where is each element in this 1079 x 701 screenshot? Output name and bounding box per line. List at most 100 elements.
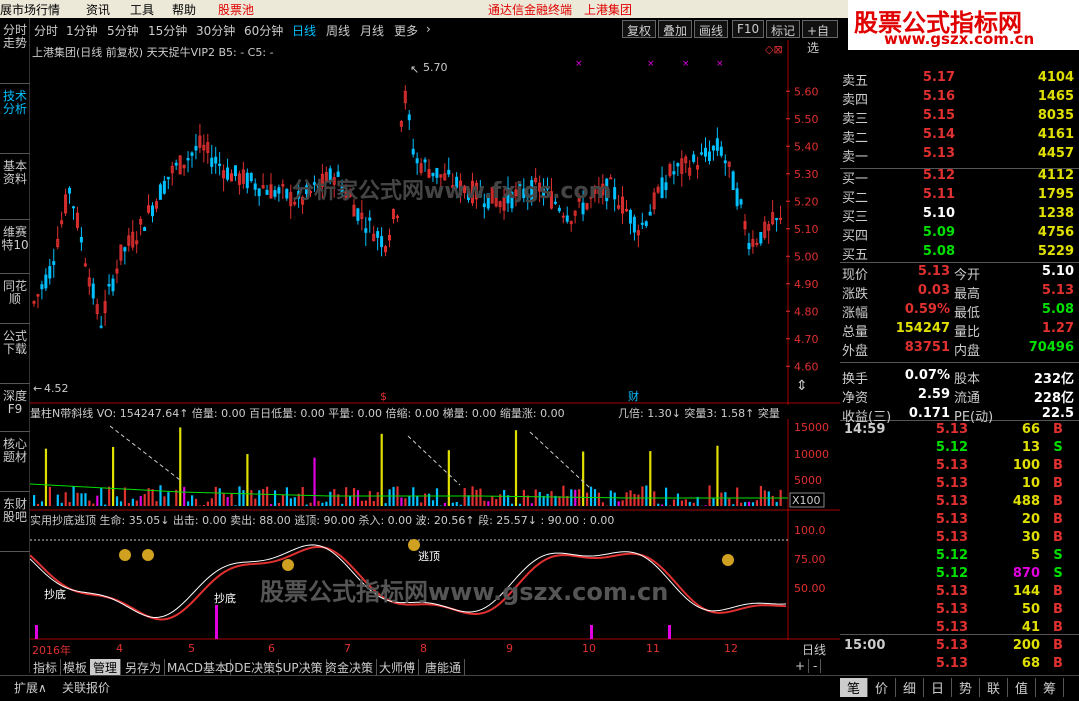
menu-stock-pool[interactable]: 股票池	[218, 1, 254, 18]
volume-bar	[119, 501, 123, 506]
nav-fundamental[interactable]: 基本资料	[0, 158, 30, 220]
plus-icon[interactable]: +	[792, 659, 810, 673]
nav-eastmoney-forum[interactable]: 东财股吧	[0, 496, 30, 552]
tab-sup[interactable]: SUP决策	[272, 659, 327, 676]
f10-button[interactable]: F10	[732, 20, 765, 38]
candle-body	[40, 284, 44, 290]
volume-bar	[222, 493, 225, 506]
candle-body	[779, 217, 783, 220]
resize-icon[interactable]: ⇕	[796, 378, 808, 394]
date-axis: 2016年 4 5 6 7 8 9 10 11 12	[30, 640, 790, 657]
indicator-watermark: 股票公式指标网www.gszx.com.cn	[260, 578, 668, 606]
tab-dde[interactable]: DDE决策	[222, 659, 280, 676]
tab-master[interactable]: 大师傅	[376, 659, 420, 676]
right-tab[interactable]: 细	[896, 678, 924, 697]
volume-bar	[538, 492, 541, 506]
volume-header-right: 几倍: 1.30↓ 突量3: 1.58↑ 突量	[618, 405, 790, 419]
volume-bar	[479, 488, 482, 506]
nav-technical[interactable]: 技术分析	[0, 88, 30, 154]
candle-body	[411, 148, 415, 155]
volume-bar	[601, 502, 604, 506]
volume-slope-line	[529, 431, 591, 489]
buy-price: 5.12	[922, 168, 955, 183]
period-30min[interactable]: 30分钟	[196, 22, 235, 39]
tick-price: 5.12	[935, 566, 968, 581]
period-5min[interactable]: 5分钟	[107, 22, 139, 39]
menu-tools[interactable]: 工具	[130, 1, 154, 18]
period-weekly[interactable]: 周线	[326, 22, 350, 39]
period-daily[interactable]: 日线	[292, 22, 316, 39]
add-watchlist-button[interactable]: +自选	[802, 20, 838, 55]
tab-tang[interactable]: 唐能通	[422, 659, 466, 676]
volume-bar	[115, 496, 119, 506]
tick-side: B	[1053, 584, 1063, 599]
volume-bar	[609, 490, 612, 506]
stat-label: 股本	[954, 372, 981, 387]
nav-intraday[interactable]: 分时走势	[0, 22, 30, 84]
period-1min[interactable]: 1分钟	[66, 22, 98, 39]
signal-marker: ×	[682, 59, 690, 69]
volume-bar	[747, 501, 751, 506]
candle-body	[174, 162, 178, 166]
right-tab[interactable]: 联	[980, 678, 1008, 697]
period-15min[interactable]: 15分钟	[148, 22, 187, 39]
nav-tonghuashun[interactable]: 同花顺	[0, 278, 30, 324]
right-tab[interactable]: 筹	[1036, 678, 1064, 697]
right-tab[interactable]: 笔	[840, 678, 868, 697]
tab-indicator[interactable]: 指标	[30, 659, 62, 676]
tab-template[interactable]: 模板	[60, 659, 92, 676]
adjust-button[interactable]: 复权	[622, 20, 657, 38]
nav-depth-f9[interactable]: 深度F9	[0, 388, 30, 432]
volume-bar	[720, 492, 723, 506]
right-tab[interactable]: 价	[868, 678, 896, 697]
menu-news[interactable]: 资讯	[86, 1, 110, 18]
overlay-button[interactable]: 叠加	[658, 20, 693, 38]
tab-macd[interactable]: MACD基本	[164, 659, 231, 676]
tick-price: 5.13	[935, 476, 968, 491]
draw-line-button[interactable]: 画线	[694, 20, 729, 38]
candle-body	[719, 146, 723, 156]
expand-button[interactable]: 扩展∧	[14, 679, 47, 696]
period-more[interactable]: 更多	[394, 22, 418, 39]
right-tab[interactable]: 值	[1008, 678, 1036, 697]
mark-button[interactable]: 标记	[766, 20, 801, 38]
volume-bar	[139, 495, 142, 506]
candle-body	[755, 242, 759, 245]
indicator-bar	[590, 625, 593, 639]
candle-body	[723, 160, 727, 164]
chart-area[interactable]: × × × × 分析家公式网www.fxjgs.com 股票公式指标网www.gszx…	[30, 40, 840, 658]
candle-body	[739, 199, 743, 205]
tick-time: 15:00	[844, 638, 886, 653]
nav-weisaite[interactable]: 维赛特10	[0, 224, 30, 274]
volume-bar	[349, 496, 352, 506]
date-tick: 11	[646, 642, 660, 655]
quote-panel: 卖五 5.17 4104 卖四 5.16 1465 卖三 5.15 8035 卖二 5.14 4161…	[840, 50, 1079, 675]
volume-bar	[321, 502, 324, 506]
tick-volume: 5	[1030, 548, 1040, 563]
related-quotes-button[interactable]: 关联报价	[62, 679, 110, 696]
minus-icon[interactable]: -	[810, 659, 822, 673]
tick-row: 5.13 144 B	[840, 584, 1076, 602]
candle-body	[447, 169, 451, 175]
right-tab[interactable]: 势	[952, 678, 980, 697]
volume-bar	[329, 491, 332, 506]
period-60min[interactable]: 60分钟	[244, 22, 283, 39]
volume-bar	[514, 430, 518, 506]
chevron-right-icon[interactable]: ›	[426, 22, 431, 36]
menu-market[interactable]: 展市场行情	[0, 1, 60, 18]
volume-bar	[451, 502, 454, 506]
menu-help[interactable]: 帮助	[172, 1, 196, 18]
volume-bar	[112, 446, 115, 506]
tab-save-as[interactable]: 另存为	[122, 659, 166, 676]
period-intraday[interactable]: 分时	[34, 22, 58, 39]
tab-manage[interactable]: 管理	[90, 659, 122, 676]
nav-core-theme[interactable]: 核心题材	[0, 436, 30, 492]
nav-formula-download[interactable]: 公式下载	[0, 328, 30, 384]
period-monthly[interactable]: 月线	[360, 22, 384, 39]
tab-fund[interactable]: 资金决策	[322, 659, 378, 676]
candle-body	[44, 274, 48, 289]
right-tab[interactable]: 日	[924, 678, 952, 697]
stat-label: 涨跌	[842, 287, 869, 302]
finance-marker: 财	[628, 389, 639, 403]
stat-value: 0.59%	[904, 302, 950, 317]
